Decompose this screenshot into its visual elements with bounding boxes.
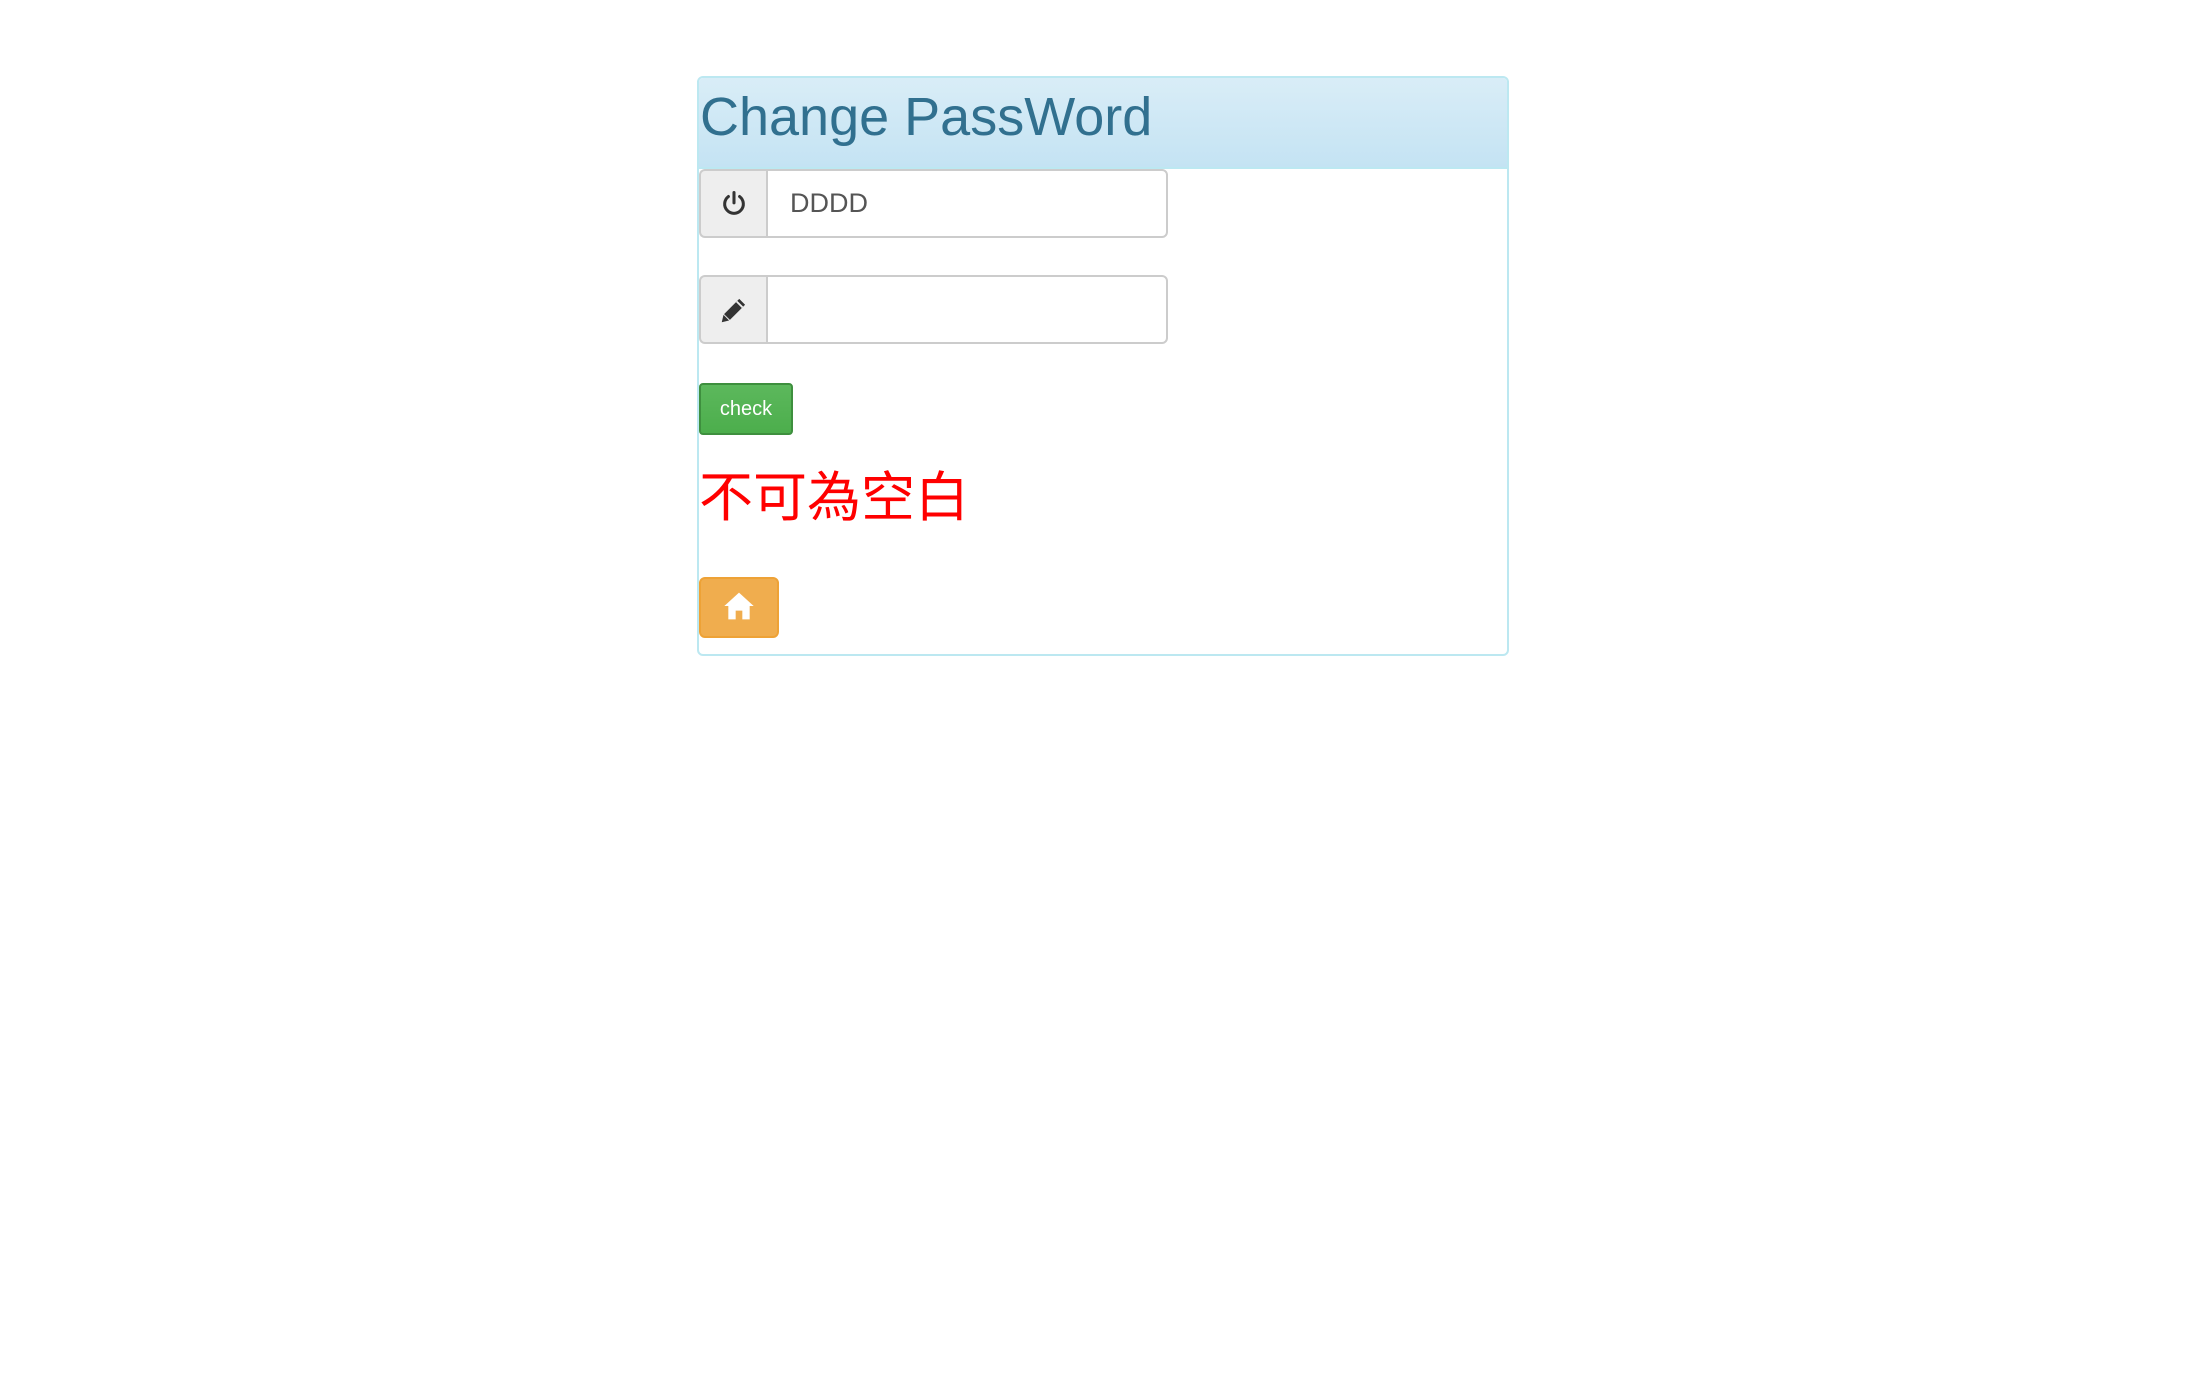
panel-heading: Change PassWord bbox=[699, 78, 1507, 169]
new-password-input[interactable] bbox=[766, 275, 1168, 344]
old-password-input[interactable] bbox=[766, 169, 1168, 238]
new-password-group bbox=[699, 275, 1168, 344]
power-icon bbox=[699, 169, 766, 238]
error-message: 不可為空白 bbox=[699, 466, 969, 529]
home-icon bbox=[723, 591, 755, 624]
pencil-icon bbox=[699, 275, 766, 344]
page-title: Change PassWord bbox=[700, 87, 1153, 147]
change-password-panel: Change PassWord check 不可為空白 bbox=[697, 76, 1509, 656]
check-button[interactable]: check bbox=[699, 383, 793, 435]
old-password-group bbox=[699, 169, 1168, 238]
home-button[interactable] bbox=[699, 577, 779, 638]
